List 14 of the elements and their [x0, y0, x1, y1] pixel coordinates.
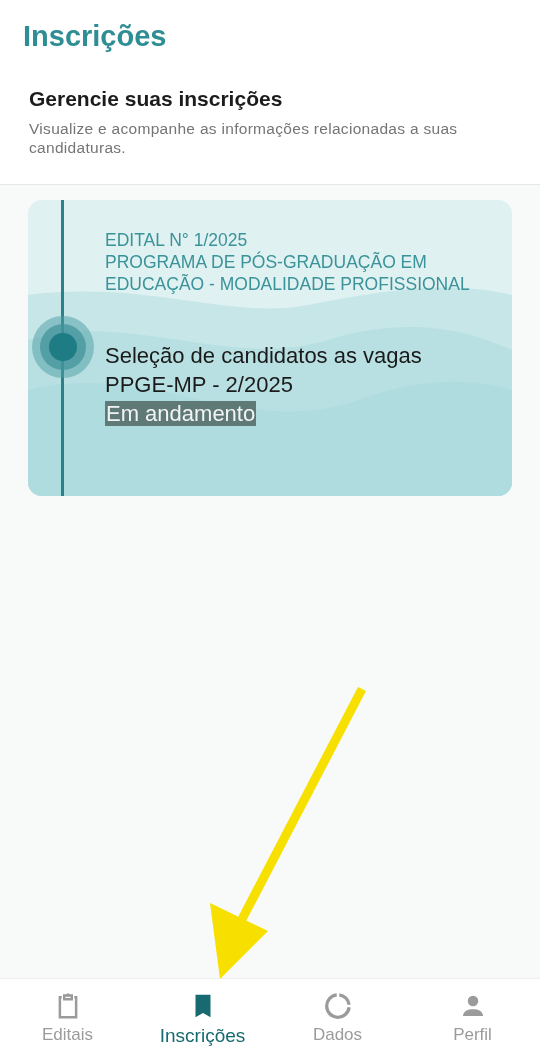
status-label: Em andamento	[105, 401, 257, 426]
selection-title: Seleção de candidatos as vagas PPGE-MP - 2/2025	[105, 342, 423, 399]
section-heading: Gerencie suas inscrições	[29, 87, 284, 111]
nav-tab[interactable]: Dados	[270, 979, 405, 1057]
notice-number: EDITAL N° 1/2025	[105, 229, 249, 251]
nav-tab[interactable]: Inscrições	[135, 979, 270, 1057]
nav-tab[interactable]: Editais	[0, 979, 135, 1057]
program-name: PROGRAMA DE PÓS-GRADUAÇÃO EM EDUCAÇÃO - MODALIDADE PROFISSIONAL	[105, 251, 471, 295]
ring-chart-icon	[322, 991, 353, 1021]
enrollment-card[interactable]: EDITAL N° 1/2025 PROGRAMA DE PÓS-GRADUAÇÃO EM EDUCAÇÃO - MODALIDADE PROFISSIONAL Seleção de candidatos as vagas PPGE-MP - 2/2025 Em andamento	[28, 200, 512, 496]
timeline-dot-icon	[32, 316, 94, 378]
page-title: Inscrições	[23, 20, 168, 53]
section-description: Visualize e acompanhe as informações relacionadas a suas candidaturas.	[29, 119, 459, 157]
nav-tab[interactable]: Perfil	[405, 979, 540, 1057]
